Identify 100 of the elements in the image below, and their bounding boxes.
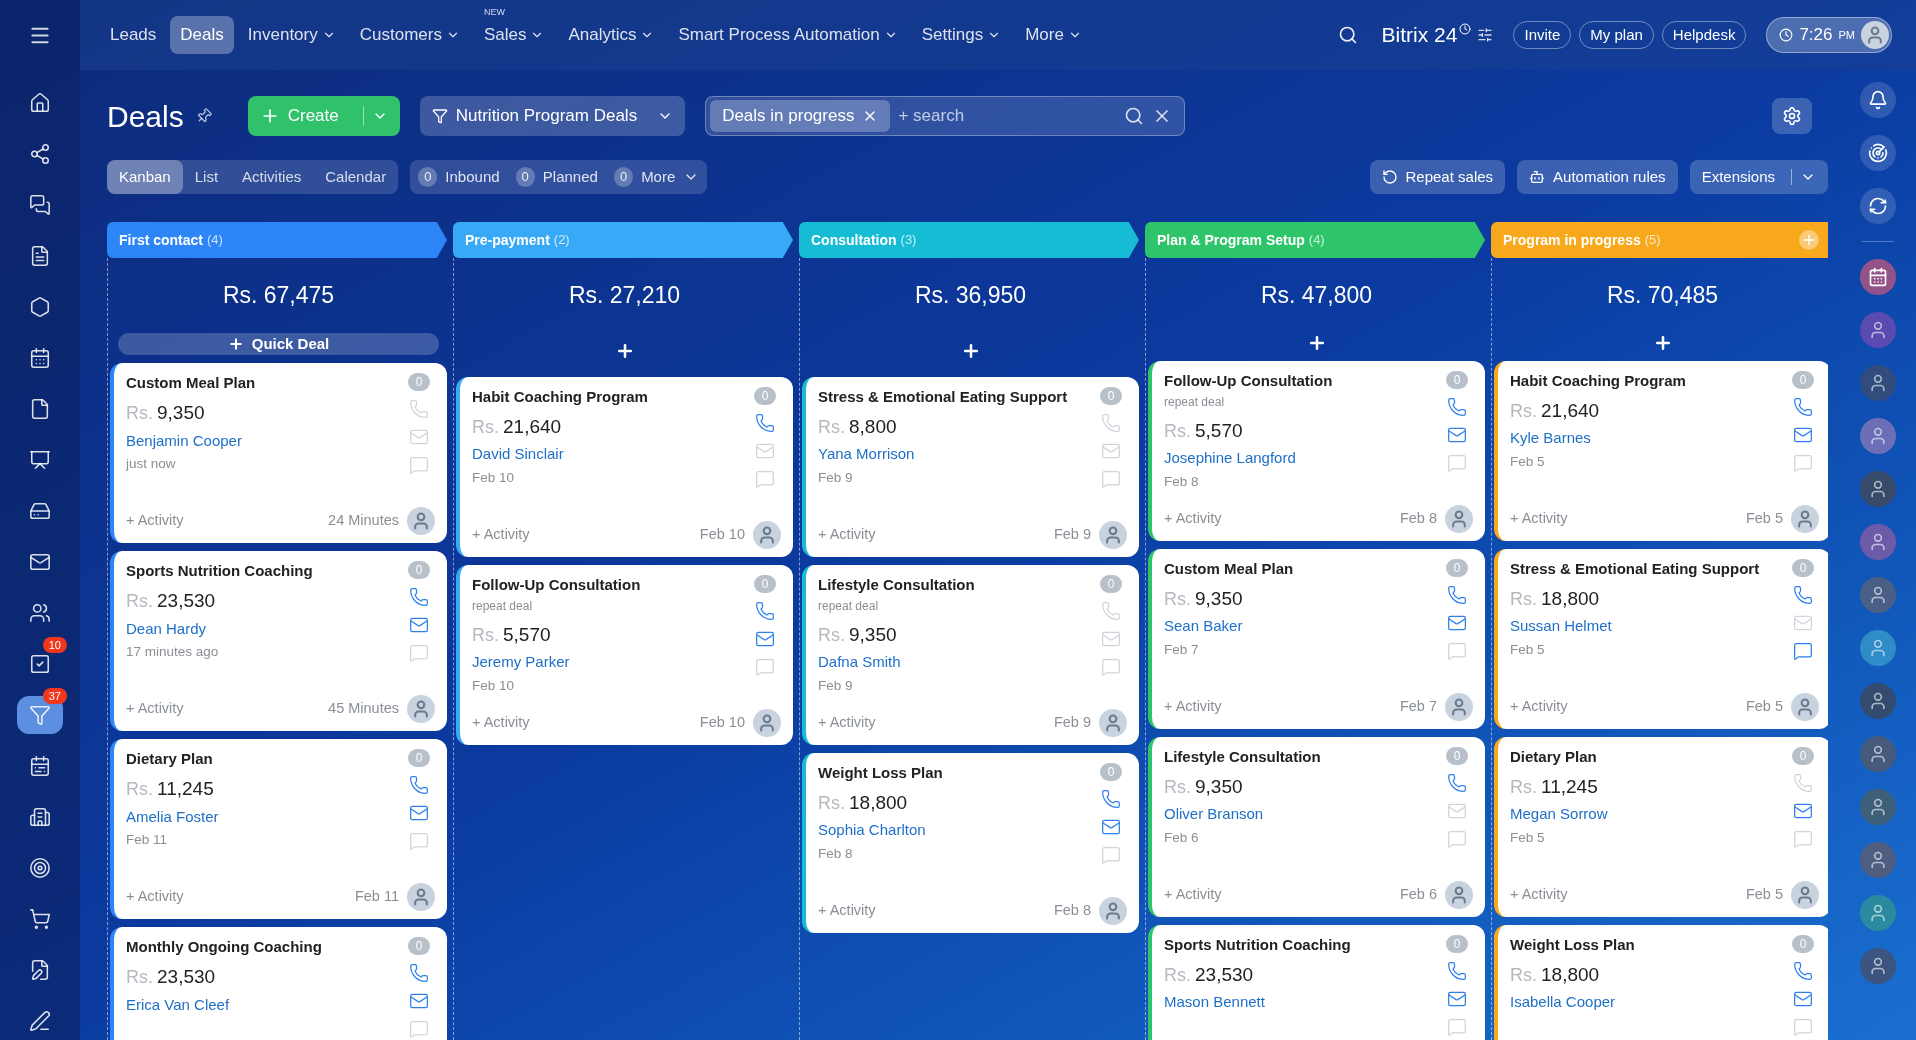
contact-link[interactable]: Dafna Smith bbox=[818, 651, 1087, 674]
contact-link[interactable]: Benjamin Cooper bbox=[126, 429, 395, 452]
search-icon[interactable] bbox=[1337, 25, 1358, 45]
phone-icon[interactable] bbox=[1793, 396, 1813, 417]
contact-link[interactable]: Yana Morrison bbox=[818, 443, 1087, 466]
contact-link[interactable]: Oliver Branson bbox=[1164, 803, 1433, 826]
deal-card[interactable]: Weight Loss Plan Rs. 18,800 Sophia Charlton Feb 8 0 + Activity Feb 8 bbox=[802, 752, 1139, 933]
add-activity-link[interactable]: + Activity bbox=[1164, 883, 1222, 906]
search-icon[interactable] bbox=[1124, 106, 1145, 126]
refresh-icon[interactable] bbox=[1860, 188, 1896, 224]
contact-avatar[interactable] bbox=[1860, 577, 1896, 613]
add-activity-link[interactable]: + Activity bbox=[1510, 883, 1568, 906]
phone-icon[interactable] bbox=[1793, 584, 1813, 605]
deal-title[interactable]: Weight Loss Plan bbox=[1510, 934, 1779, 955]
search-input[interactable]: + search bbox=[898, 103, 1117, 129]
phone-icon[interactable] bbox=[755, 412, 775, 433]
deal-title[interactable]: Habit Coaching Program bbox=[1510, 370, 1779, 391]
contact-link[interactable]: David Sinclair bbox=[472, 443, 741, 466]
contact-link[interactable]: Mason Bennett bbox=[1164, 991, 1433, 1014]
contact-link[interactable]: Kyle Barnes bbox=[1510, 427, 1779, 450]
radar-icon[interactable] bbox=[1860, 135, 1896, 171]
contact-link[interactable]: Sean Baker bbox=[1164, 615, 1433, 638]
add-activity-link[interactable]: + Activity bbox=[818, 523, 876, 546]
deal-card[interactable]: Follow-Up Consultation repeat deal Rs. 5,570 Josephine Langford Feb 8 0 + Activity Feb 8 bbox=[1148, 360, 1485, 541]
deal-card[interactable]: Custom Meal Plan Rs. 9,350 Sean Baker Feb 7 0 + Activity Feb 7 bbox=[1148, 548, 1485, 729]
deal-card[interactable]: Stress & Emotional Eating Support Rs. 8,800 Yana Morrison Feb 9 0 + Activity Feb 9 bbox=[802, 376, 1139, 557]
nav-tab[interactable]: Analytics bbox=[558, 16, 665, 54]
add-activity-link[interactable]: + Activity bbox=[126, 510, 184, 532]
deal-title[interactable]: Sports Nutrition Coaching bbox=[1164, 934, 1433, 955]
contact-avatar[interactable] bbox=[1860, 948, 1896, 984]
search-field[interactable]: Deals in progress + search bbox=[705, 96, 1186, 136]
deal-title[interactable]: Habit Coaching Program bbox=[472, 386, 741, 407]
view-tab[interactable]: List bbox=[182, 160, 231, 194]
deal-card[interactable]: Weight Loss Plan Rs. 18,800 Isabella Cooper 0 bbox=[1494, 924, 1828, 1040]
deal-card[interactable]: Lifestyle Consultation repeat deal Rs. 9,350 Dafna Smith Feb 9 0 + Activity Feb 9 bbox=[802, 564, 1139, 745]
phone-icon[interactable] bbox=[1447, 584, 1467, 605]
mail-icon[interactable] bbox=[409, 615, 429, 635]
deal-card[interactable]: Dietary Plan Rs. 11,245 Amelia Foster Feb 11 0 + Activity Feb 11 bbox=[110, 739, 447, 919]
nav-tab[interactable]: Deals bbox=[170, 16, 234, 54]
contact-link[interactable]: Erica Van Cleef bbox=[126, 993, 395, 1016]
view-tab[interactable]: Kanban bbox=[107, 160, 183, 194]
nav-tab[interactable]: Inventory bbox=[237, 16, 346, 54]
contact-avatar[interactable] bbox=[1860, 630, 1896, 666]
deal-title[interactable]: Follow-Up Consultation bbox=[1164, 370, 1433, 391]
contact-avatar[interactable] bbox=[1860, 418, 1896, 454]
deal-card[interactable]: Sports Nutrition Coaching Rs. 23,530 Mason Bennett 0 bbox=[1148, 924, 1485, 1040]
deal-title[interactable]: Stress & Emotional Eating Support bbox=[1510, 558, 1779, 579]
contact-avatar[interactable] bbox=[1860, 736, 1896, 772]
add-activity-link[interactable]: + Activity bbox=[818, 711, 876, 734]
contact-avatar[interactable] bbox=[1860, 895, 1896, 931]
action-button[interactable]: Automation rules bbox=[1517, 160, 1678, 194]
deal-card[interactable]: Sports Nutrition Coaching Rs. 23,530 Dean Hardy 17 minutes ago 0 + Activity 45 Minutes bbox=[110, 551, 447, 731]
deal-title[interactable]: Follow-Up Consultation bbox=[472, 574, 741, 595]
nav-tab[interactable]: Leads bbox=[100, 16, 167, 54]
deal-card[interactable]: Stress & Emotional Eating Support Rs. 18,800 Sussan Helmet Feb 5 0 + Activity Feb 5 bbox=[1494, 548, 1828, 729]
add-activity-link[interactable]: + Activity bbox=[126, 698, 184, 720]
deal-title[interactable]: Monthly Ongoing Coaching bbox=[126, 937, 395, 957]
contact-link[interactable]: Isabella Cooper bbox=[1510, 991, 1779, 1014]
phone-icon[interactable] bbox=[409, 587, 429, 607]
time-widget[interactable]: 7:26 PM bbox=[1766, 17, 1892, 53]
action-button[interactable]: Extensions bbox=[1689, 160, 1828, 194]
deal-title[interactable]: Custom Meal Plan bbox=[126, 373, 395, 393]
contact-avatar[interactable] bbox=[1860, 842, 1896, 878]
add-activity-link[interactable]: + Activity bbox=[1164, 507, 1222, 530]
deal-card[interactable]: Habit Coaching Program Rs. 21,640 Kyle Barnes Feb 5 0 + Activity Feb 5 bbox=[1494, 360, 1828, 541]
quick-deal-button[interactable]: Quick Deal bbox=[118, 332, 439, 355]
add-activity-link[interactable]: + Activity bbox=[818, 899, 876, 922]
nav-tab[interactable]: Settings bbox=[911, 16, 1012, 54]
filter-chip[interactable]: Deals in progress bbox=[710, 100, 891, 132]
contact-avatar[interactable] bbox=[1860, 471, 1896, 507]
contact-avatar[interactable] bbox=[1860, 312, 1896, 348]
counter-filter[interactable]: 0 More bbox=[613, 165, 700, 189]
deal-title[interactable]: Dietary Plan bbox=[1510, 746, 1779, 767]
settings-button[interactable] bbox=[1772, 98, 1812, 134]
deal-card[interactable]: Follow-Up Consultation repeat deal Rs. 5,570 Jeremy Parker Feb 10 0 + Activity Feb 10 bbox=[456, 564, 793, 745]
phone-icon[interactable] bbox=[409, 775, 429, 795]
contact-link[interactable]: Amelia Foster bbox=[126, 805, 395, 828]
deal-card[interactable]: Lifestyle Consultation Rs. 9,350 Oliver Branson Feb 6 0 + Activity Feb 6 bbox=[1148, 736, 1485, 917]
add-activity-link[interactable]: + Activity bbox=[472, 523, 530, 546]
action-button[interactable]: Repeat sales bbox=[1369, 160, 1506, 194]
contact-avatar[interactable] bbox=[1860, 524, 1896, 560]
view-tab[interactable]: Activities bbox=[230, 160, 314, 194]
stage-header[interactable]: First contact (4) bbox=[107, 222, 447, 258]
add-activity-link[interactable]: + Activity bbox=[472, 711, 530, 734]
contact-link[interactable]: Sussan Helmet bbox=[1510, 615, 1779, 638]
logo[interactable]: Bitrix 24 bbox=[1381, 19, 1458, 51]
add-activity-link[interactable]: + Activity bbox=[126, 886, 184, 908]
contact-link[interactable]: Dean Hardy bbox=[126, 617, 395, 640]
add-activity-link[interactable]: + Activity bbox=[1510, 695, 1568, 718]
deal-card[interactable]: Custom Meal Plan Rs. 9,350 Benjamin Cooper just now 0 + Activity 24 Minutes bbox=[110, 363, 447, 543]
contact-link[interactable]: Josephine Langford bbox=[1164, 447, 1433, 470]
bell-icon[interactable] bbox=[1860, 82, 1896, 118]
deal-card[interactable]: Monthly Ongoing Coaching Rs. 23,530 Erica Van Cleef 0 bbox=[110, 927, 447, 1040]
phone-icon[interactable] bbox=[1447, 396, 1467, 417]
category-dropdown[interactable]: Nutrition Program Deals bbox=[419, 96, 686, 136]
nav-tab[interactable]: Smart Process Automation bbox=[668, 16, 908, 54]
contact-link[interactable]: Megan Sorrow bbox=[1510, 803, 1779, 826]
nav-tab[interactable]: More bbox=[1015, 16, 1092, 54]
deal-title[interactable]: Lifestyle Consultation bbox=[818, 574, 1087, 595]
phone-icon[interactable] bbox=[1793, 960, 1813, 981]
